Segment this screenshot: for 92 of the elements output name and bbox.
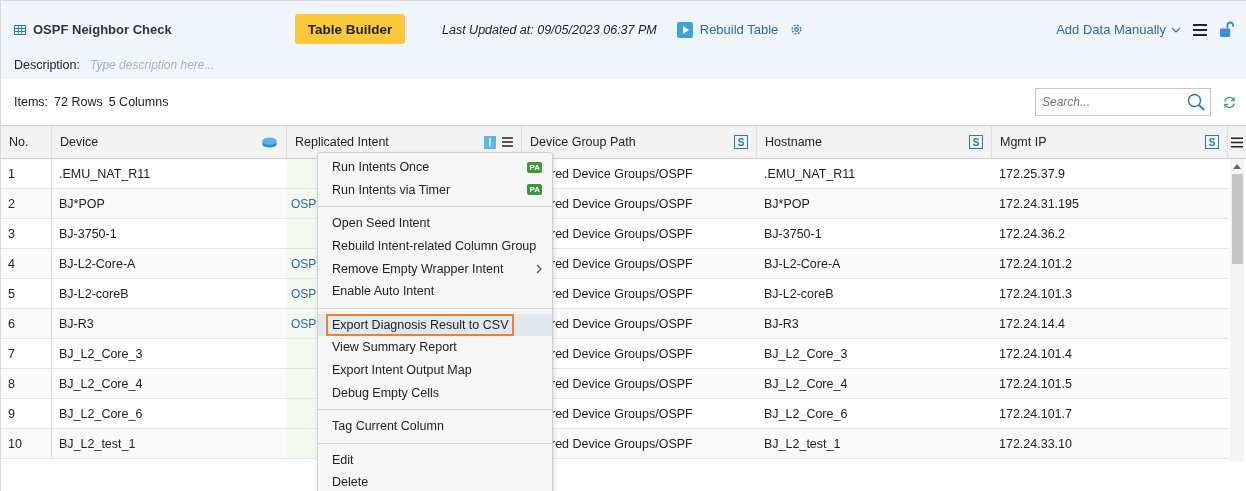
menu-item[interactable]: Tag Current Column xyxy=(326,415,450,438)
intent-link[interactable]: OSP xyxy=(291,316,317,331)
unlocked-padlock-icon[interactable] xyxy=(1219,21,1234,38)
scroll-up-arrow-icon[interactable] xyxy=(1233,164,1241,169)
table-cell: 1 xyxy=(1,159,52,188)
table-cell-text: BJ-L2-Core-A xyxy=(58,255,137,273)
rebuild-table-link[interactable]: Rebuild Table xyxy=(699,22,779,37)
table-cell-text: 172.24.33.10 xyxy=(998,435,1073,453)
table-cell: 6 xyxy=(1,309,52,338)
menu-item[interactable]: Open Seed Intent xyxy=(326,212,436,235)
menu-item[interactable]: Run Intents via Timer xyxy=(326,178,457,201)
items-label: Items: xyxy=(14,95,49,109)
menu-item[interactable]: Export Diagnosis Result to CSV xyxy=(326,313,515,336)
menu-item[interactable]: Run Intents Once xyxy=(326,156,436,179)
table-cell-text: BJ-L2-coreB xyxy=(58,285,130,303)
menu-item[interactable]: Rebuild Intent-related Column Group xyxy=(326,235,543,258)
menu-item[interactable]: Remove Empty Wrapper Intent xyxy=(326,257,510,280)
table-cell-text: BJ-3750-1 xyxy=(58,225,118,243)
column-header[interactable]: Device xyxy=(52,126,287,158)
script-badge: S xyxy=(969,135,983,149)
table-cell: 9 xyxy=(1,399,52,428)
table-cell-text: BJ_L2_test_1 xyxy=(763,435,842,453)
description-label: Description: xyxy=(14,58,80,72)
table-cell-text: 172.24.31.195 xyxy=(998,195,1080,213)
description-field[interactable]: Type description here... xyxy=(90,58,290,72)
table-cell: 10 xyxy=(1,429,52,458)
search-field[interactable]: Search... xyxy=(1035,88,1211,116)
router-icon xyxy=(261,136,278,148)
menu-item[interactable]: Edit xyxy=(326,448,360,471)
intent-badge: I xyxy=(484,135,496,149)
menu-icon[interactable] xyxy=(1193,23,1207,36)
table-cell-text: BJ-R3 xyxy=(58,315,95,333)
column-header[interactable]: Hostname S xyxy=(757,126,992,158)
table-cell: 8 xyxy=(1,369,52,398)
intent-link[interactable]: OSP xyxy=(291,286,317,301)
menu-item[interactable]: View Summary Report xyxy=(326,336,463,359)
pa-badge: PA xyxy=(527,184,542,196)
table-cell-text: BJ-R3 xyxy=(763,315,800,333)
menu-item[interactable]: Export Intent Output Map xyxy=(326,359,478,382)
script-badge: S xyxy=(1205,135,1219,149)
add-data-manually-link[interactable]: Add Data Manually xyxy=(1056,22,1166,37)
table-cell-text: BJ-3750-1 xyxy=(763,225,823,243)
scrollbar-thumb[interactable] xyxy=(1231,174,1243,264)
table-cell: 7 xyxy=(1,339,52,368)
table-cell-text: .EMU_NAT_R11 xyxy=(58,165,152,183)
last-updated-text: Last Updated at: 09/05/2023 06:37 PM xyxy=(442,22,657,37)
play-icon[interactable] xyxy=(676,21,693,38)
intent-link[interactable]: OSP xyxy=(291,256,317,271)
settings-icon[interactable] xyxy=(790,23,804,36)
table-title: OSPF Neighbor Check xyxy=(33,22,173,37)
table-builder-button[interactable]: Table Builder xyxy=(295,14,405,44)
table-cell: 5 xyxy=(1,279,52,308)
table-cell-text: BJ_L2_test_1 xyxy=(58,435,137,453)
column-header[interactable]: No. xyxy=(1,126,52,158)
pa-badge: PA xyxy=(527,161,542,173)
menu-icon[interactable] xyxy=(1231,136,1243,148)
table-cell-text: BJ*POP xyxy=(763,195,811,213)
table-cell: 3 xyxy=(1,219,52,248)
table-cell-text: BJ-L2-Core-A xyxy=(763,255,842,273)
scrollbar-track[interactable] xyxy=(1230,159,1244,461)
table-cell-text: 172.24.101.2 xyxy=(998,255,1073,273)
menu-icon[interactable] xyxy=(502,137,513,147)
table-cell-text: BJ_L2_Core_3 xyxy=(58,345,144,363)
menu-item[interactable]: Enable Auto Intent xyxy=(326,280,441,303)
table-cell-text: 172.24.101.7 xyxy=(998,405,1073,423)
menu-item[interactable]: Delete xyxy=(326,471,375,491)
table-cell-text: .EMU_NAT_R11 xyxy=(763,165,857,183)
table-cell-text: BJ-L2-coreB xyxy=(763,285,835,303)
search-icon[interactable] xyxy=(1187,93,1205,111)
table-cell-text: 172.25.37.9 xyxy=(998,165,1067,183)
table-cell: 4 xyxy=(1,249,52,278)
table-cell-text: BJ_L2_Core_4 xyxy=(58,375,144,393)
table-cell-text: BJ_L2_Core_3 xyxy=(763,345,849,363)
table-cell-text: 172.24.101.3 xyxy=(998,285,1073,303)
table-cell-text: 172.24.36.2 xyxy=(998,225,1067,243)
column-header[interactable]: Mgmt IP S xyxy=(992,126,1228,158)
table-cell-text: BJ*POP xyxy=(58,195,106,213)
script-badge: S xyxy=(734,135,748,149)
intent-link[interactable]: OSP xyxy=(291,196,317,211)
table-cell-text: BJ_L2_Core_4 xyxy=(763,375,849,393)
table-cell-text: 172.24.101.5 xyxy=(998,375,1073,393)
table-cell-text: 172.24.101.4 xyxy=(998,345,1073,363)
table-cell-text: 172.24.14.4 xyxy=(998,315,1067,333)
table-cell: 2 xyxy=(1,189,52,218)
table-icon xyxy=(14,24,26,35)
menu-item[interactable]: Debug Empty Cells xyxy=(326,381,445,404)
refresh-icon[interactable] xyxy=(1223,95,1236,109)
column-count: 5 Columns xyxy=(108,95,169,109)
table-cell-text: BJ_L2_Core_6 xyxy=(58,405,144,423)
row-count: 72 Rows xyxy=(54,95,103,109)
chevron-down-icon[interactable] xyxy=(1171,26,1181,33)
table-cell-text: BJ_L2_Core_6 xyxy=(763,405,849,423)
